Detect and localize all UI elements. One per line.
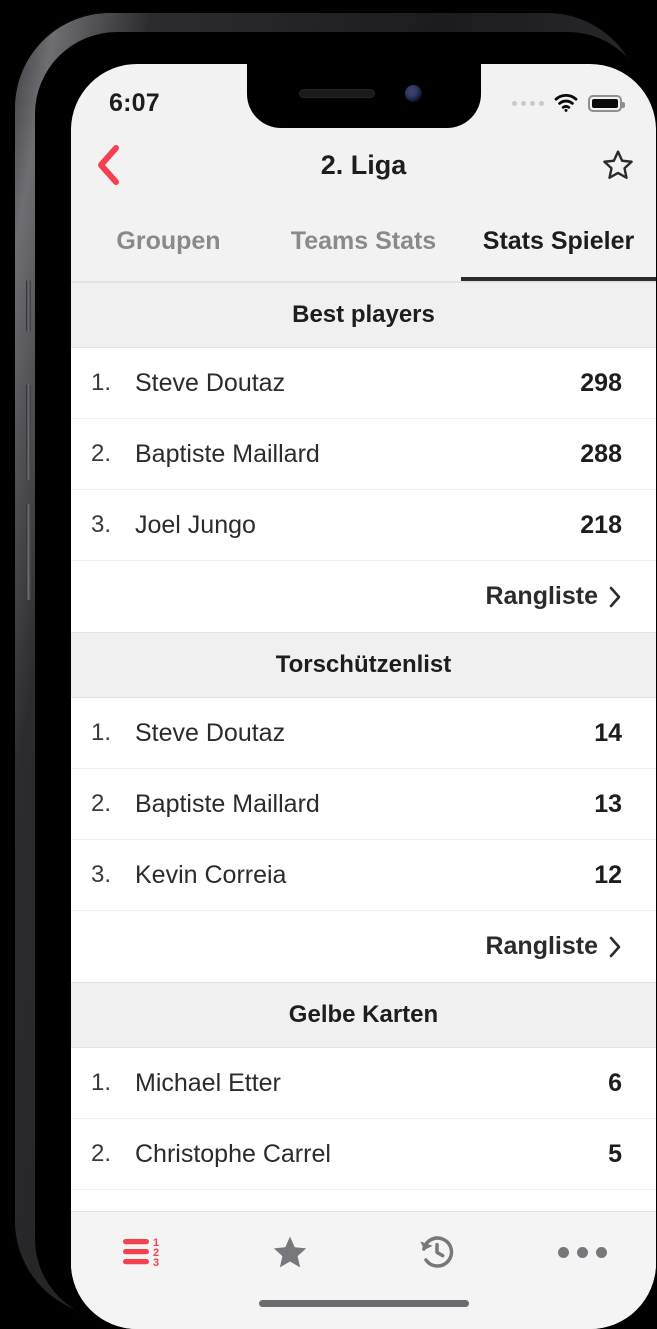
table-row[interactable]: 3. Kevin Correia 12 <box>71 840 656 911</box>
battery-full-icon <box>588 95 622 112</box>
home-indicator[interactable] <box>259 1300 469 1307</box>
row-value: 13 <box>594 790 622 819</box>
volume-down-button[interactable] <box>26 504 31 600</box>
bottom-tab-bar: 1 2 3 <box>71 1211 656 1329</box>
back-button[interactable] <box>81 138 135 192</box>
table-row[interactable]: 1. Steve Doutaz 298 <box>71 348 656 419</box>
status-indicators <box>512 94 622 112</box>
bottom-tab-favorites[interactable] <box>217 1224 363 1280</box>
row-rank: 1. <box>91 369 135 397</box>
section-header-torschuetzenlist: Torschützenlist <box>71 632 656 698</box>
navigation-bar: 2. Liga <box>71 128 656 202</box>
favorite-button[interactable] <box>592 139 644 191</box>
mute-switch-button[interactable] <box>26 280 31 332</box>
tab-bar: Groupen Teams Stats Stats Spieler <box>71 202 656 282</box>
bottom-tab-more[interactable] <box>510 1224 656 1280</box>
row-player-name: Steve Doutaz <box>135 719 594 748</box>
section-header-best-players: Best players <box>71 282 656 348</box>
earpiece-speaker-icon <box>299 89 375 98</box>
table-row[interactable]: 2. Christophe Carrel 5 <box>71 1119 656 1190</box>
table-row[interactable]: 2. Baptiste Maillard 288 <box>71 419 656 490</box>
chevron-right-icon <box>608 935 622 959</box>
tab-groupen[interactable]: Groupen <box>71 202 266 281</box>
tab-stats-spieler[interactable]: Stats Spieler <box>461 202 656 281</box>
row-rank: 3. <box>91 511 135 539</box>
row-value: 5 <box>608 1140 622 1169</box>
table-row[interactable]: 3. Joel Jungo 218 <box>71 490 656 561</box>
row-player-name: Christophe Carrel <box>135 1140 608 1169</box>
row-player-name: Baptiste Maillard <box>135 440 580 469</box>
row-rank: 3. <box>91 861 135 889</box>
row-rank: 1. <box>91 719 135 747</box>
row-rank: 2. <box>91 790 135 818</box>
rangliste-label: Rangliste <box>485 932 598 961</box>
svg-text:3: 3 <box>153 1257 159 1269</box>
stats-content: Best players 1. Steve Doutaz 298 2. Bapt… <box>71 282 656 1211</box>
star-filled-icon <box>271 1233 309 1271</box>
section-header-gelbe-karten: Gelbe Karten <box>71 982 656 1048</box>
row-player-name: Kevin Correia <box>135 861 594 890</box>
page-title: 2. Liga <box>321 150 407 181</box>
row-rank: 1. <box>91 1069 135 1097</box>
signal-dots-icon <box>512 101 544 106</box>
status-time: 6:07 <box>109 89 160 118</box>
chevron-left-icon <box>95 144 121 186</box>
star-outline-icon <box>601 148 635 182</box>
history-clock-icon <box>417 1232 457 1272</box>
row-player-name: Michael Etter <box>135 1069 608 1098</box>
row-player-name: Steve Doutaz <box>135 369 580 398</box>
row-value: 298 <box>580 369 622 398</box>
phone-bezel: 6:07 <box>35 32 650 1321</box>
table-row[interactable]: 2. Baptiste Maillard 13 <box>71 769 656 840</box>
row-player-name: Baptiste Maillard <box>135 790 594 819</box>
table-row[interactable]: 1. Michael Etter 6 <box>71 1048 656 1119</box>
ranking-list-icon: 1 2 3 <box>121 1234 167 1270</box>
wifi-icon <box>554 94 578 112</box>
bottom-tab-history[interactable] <box>364 1224 510 1280</box>
row-player-name: Joel Jungo <box>135 511 580 540</box>
row-rank: 2. <box>91 440 135 468</box>
rangliste-link-torschuetzenlist[interactable]: Rangliste <box>71 911 656 982</box>
table-row[interactable]: 1. Steve Doutaz 14 <box>71 698 656 769</box>
row-value: 12 <box>594 861 622 890</box>
screenshot-stage: 6:07 <box>0 0 657 1329</box>
phone-frame: 6:07 <box>14 12 643 1317</box>
row-value: 14 <box>594 719 622 748</box>
ellipsis-icon <box>558 1247 607 1258</box>
volume-up-button[interactable] <box>26 384 31 480</box>
tab-teams-stats[interactable]: Teams Stats <box>266 202 461 281</box>
row-value: 288 <box>580 440 622 469</box>
front-camera-icon <box>405 85 422 102</box>
bottom-tab-rankings[interactable]: 1 2 3 <box>71 1224 217 1280</box>
row-value: 6 <box>608 1069 622 1098</box>
chevron-right-icon <box>608 585 622 609</box>
phone-screen: 6:07 <box>71 64 656 1329</box>
notch <box>247 64 481 128</box>
rangliste-link-best-players[interactable]: Rangliste <box>71 561 656 632</box>
rangliste-label: Rangliste <box>485 582 598 611</box>
row-rank: 2. <box>91 1140 135 1168</box>
row-value: 218 <box>580 511 622 540</box>
